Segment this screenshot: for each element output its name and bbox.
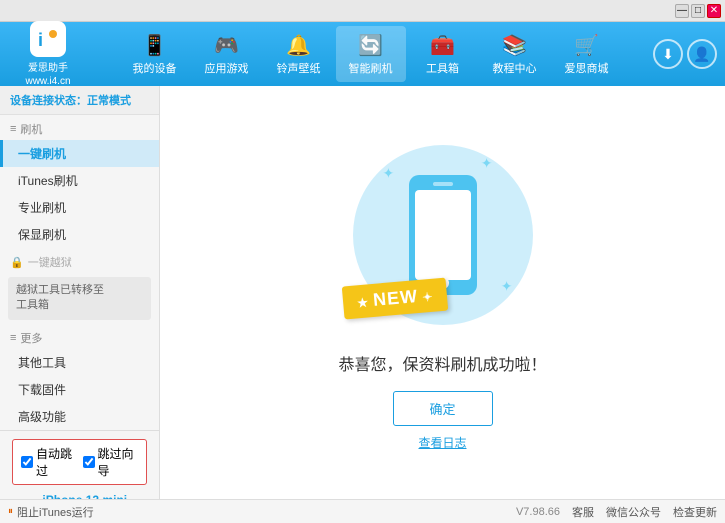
nav-my-device-label: 我的设备 <box>133 60 177 76</box>
sidebar-item-advanced[interactable]: 高级功能 <box>0 403 159 430</box>
auto-jump-input[interactable] <box>21 456 33 468</box>
header: i 爱思助手 www.i4.cn 📱 我的设备 🎮 应用游戏 🔔 铃声壁纸 🔄 … <box>0 22 725 86</box>
skip-wizard-input[interactable] <box>83 456 95 468</box>
sparkle-3: ✦ <box>501 278 513 295</box>
apps-icon: 🎮 <box>214 33 239 58</box>
sparkle-1: ✦ <box>383 165 395 182</box>
wechat-link[interactable]: 微信公众号 <box>606 504 661 520</box>
ringtones-icon: 🔔 <box>286 33 311 58</box>
device-name: iPhone 12 mini <box>42 493 139 499</box>
phone-speaker <box>433 182 453 186</box>
content-area: ✦ ✦ ✦ NEW 恭喜您，保资料刷机成功啦！ 确定 查看日志 <box>160 86 725 499</box>
nav-right-buttons: ⬇ 👤 <box>653 39 717 69</box>
auto-jump-checkbox[interactable]: 自动跳过 <box>21 445 77 479</box>
nav-ringtones[interactable]: 🔔 铃声壁纸 <box>264 26 334 82</box>
phone-screen <box>415 190 471 280</box>
nav-items: 📱 我的设备 🎮 应用游戏 🔔 铃声壁纸 🔄 智能刷机 🧰 工具箱 📚 教程中心… <box>96 26 645 82</box>
nav-tutorial[interactable]: 📚 教程中心 <box>480 26 550 82</box>
logo-icon: i <box>30 21 66 57</box>
sidebar-item-other-tools[interactable]: 其他工具 <box>0 349 159 376</box>
sidebar-item-one-key-flash[interactable]: 一键刷机 <box>0 140 159 167</box>
phone-body <box>409 175 477 295</box>
jailbreak-notice: 越狱工具已转移至 工具箱 <box>8 277 151 320</box>
device-info: 📱 iPhone 12 mini 64GB Down-12mini-13,1 <box>6 489 153 499</box>
toolbox-icon: 🧰 <box>430 33 455 58</box>
checkbox-row: 自动跳过 跳过向导 <box>12 439 147 485</box>
minimize-button[interactable]: — <box>675 4 689 18</box>
nav-store[interactable]: 🛒 爱思商城 <box>552 26 622 82</box>
sidebar-item-itunes-flash[interactable]: iTunes刷机 <box>0 167 159 194</box>
status-label: 设备连接状态： <box>10 95 87 107</box>
download-button[interactable]: ⬇ <box>653 39 683 69</box>
customer-service-link[interactable]: 客服 <box>572 504 594 520</box>
device-icon: 📱 <box>142 33 167 58</box>
bottom-bar: 阻止iTunes运行 V7.98.66 客服 微信公众号 检查更新 <box>0 499 725 523</box>
nav-smart-flash[interactable]: 🔄 智能刷机 <box>336 26 406 82</box>
sidebar: 设备连接状态：正常模式 ≡ 刷机 一键刷机 iTunes刷机 专业刷机 保显刷机… <box>0 86 160 499</box>
sidebar-footer: 自动跳过 跳过向导 📱 iPhone 12 mini 64GB Down-12m… <box>0 430 159 499</box>
title-bar: — □ ✕ <box>0 0 725 22</box>
section-flash-title: ≡ 刷机 <box>0 115 159 140</box>
section-jailbreak-title: 🔒 一键越狱 <box>0 248 159 273</box>
svg-text:i: i <box>38 30 43 50</box>
close-button[interactable]: ✕ <box>707 4 721 18</box>
nav-ringtones-label: 铃声壁纸 <box>277 60 321 76</box>
more-icon: ≡ <box>10 332 16 344</box>
nav-store-label: 爱思商城 <box>565 60 609 76</box>
sparkle-2: ✦ <box>481 155 493 172</box>
nav-toolbox-label: 工具箱 <box>426 60 459 76</box>
skip-wizard-checkbox[interactable]: 跳过向导 <box>83 445 139 479</box>
lock-icon: 🔒 <box>10 256 24 269</box>
nav-apps-games[interactable]: 🎮 应用游戏 <box>192 26 262 82</box>
itunes-status[interactable]: 阻止iTunes运行 <box>8 504 94 520</box>
section-more-title: ≡ 更多 <box>0 324 159 349</box>
user-button[interactable]: 👤 <box>687 39 717 69</box>
browse-log-link[interactable]: 查看日志 <box>418 434 466 451</box>
store-icon: 🛒 <box>574 33 599 58</box>
tutorial-icon: 📚 <box>502 33 527 58</box>
logo-name: 爱思助手 <box>28 59 68 74</box>
nav-apps-label: 应用游戏 <box>205 60 249 76</box>
sidebar-item-pro-flash[interactable]: 专业刷机 <box>0 194 159 221</box>
sidebar-item-download-firmware[interactable]: 下载固件 <box>0 376 159 403</box>
check-update-link[interactable]: 检查更新 <box>673 504 717 520</box>
status-value: 正常模式 <box>87 95 131 107</box>
sidebar-status: 设备连接状态：正常模式 <box>0 86 159 115</box>
maximize-button[interactable]: □ <box>691 4 705 18</box>
phone-illustration: ✦ ✦ ✦ NEW <box>343 135 543 335</box>
sidebar-item-save-flash[interactable]: 保显刷机 <box>0 221 159 248</box>
version-label: V7.98.66 <box>516 506 560 518</box>
nav-toolbox[interactable]: 🧰 工具箱 <box>408 26 478 82</box>
bottom-right: V7.98.66 客服 微信公众号 检查更新 <box>516 504 717 520</box>
nav-smart-flash-label: 智能刷机 <box>349 60 393 76</box>
confirm-button[interactable]: 确定 <box>393 391 493 426</box>
logo[interactable]: i 爱思助手 www.i4.cn <box>8 21 88 87</box>
section-flash-icon: ≡ <box>10 123 16 135</box>
success-text: 恭喜您，保资料刷机成功啦！ <box>338 351 546 375</box>
nav-tutorial-label: 教程中心 <box>493 60 537 76</box>
smart-flash-icon: 🔄 <box>358 33 383 58</box>
nav-my-device[interactable]: 📱 我的设备 <box>120 26 190 82</box>
